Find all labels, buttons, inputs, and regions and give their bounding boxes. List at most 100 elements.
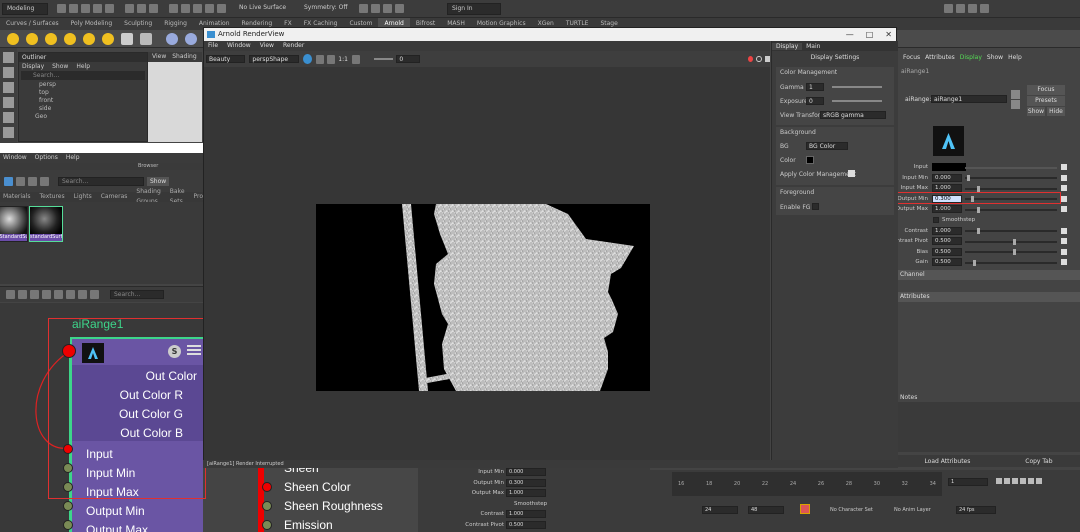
node-editor[interactable]: S Out Color Out Color R Out Color G Out … [0,303,206,532]
mesh-light-icon[interactable] [26,32,38,45]
gamma-slider[interactable] [832,86,882,88]
map-button[interactable] [1061,185,1067,192]
refresh-icon[interactable] [316,54,325,64]
select-tool-icon[interactable] [3,52,14,63]
material-swatch[interactable]: aiStandardSurf1 [0,206,28,242]
gamma-field[interactable]: 1 [806,83,824,91]
hypershade-menu-item[interactable]: Options [35,153,58,163]
skydome-light-icon[interactable] [64,32,76,45]
select-object-icon[interactable] [137,4,146,13]
rotate-tool-icon[interactable] [3,112,14,123]
ae-value[interactable]: 0.500 [932,258,962,267]
tab-cameras[interactable]: Cameras [101,192,128,202]
map-button[interactable] [1061,227,1067,234]
ae-value[interactable]: 0.000 [932,173,962,182]
lasso-tool-icon[interactable] [3,67,14,78]
channel-box-icon[interactable] [980,4,989,13]
input-attr[interactable]: Output Max [86,521,148,532]
shelf-tab[interactable]: Sculpting [118,18,158,30]
slider-knob[interactable] [977,185,980,192]
focus-button[interactable]: Focus [1027,85,1065,95]
map-button[interactable] [1061,259,1067,266]
anim-layer-dropdown[interactable]: No Anim Layer [894,507,931,513]
input-port[interactable] [262,520,272,530]
map-button[interactable] [1061,238,1067,245]
bg-dropdown[interactable]: BG Color [806,142,848,150]
viewport-menu-item[interactable]: View [152,52,166,62]
outliner-item[interactable]: side [19,105,147,113]
ae-slider[interactable] [965,251,1057,254]
render-canvas[interactable] [204,67,770,464]
gear-icon[interactable] [764,56,770,62]
hypershade-menu-item[interactable]: Window [3,153,27,163]
aov-dropdown[interactable]: Beauty [206,55,246,63]
hypershade-search[interactable]: Search... [58,176,144,186]
outliner-item[interactable]: persp [19,81,147,89]
ae-value[interactable]: 1.000 [932,184,962,193]
smoothstep-checkbox[interactable] [933,216,939,223]
graph-io-icon[interactable] [18,290,27,299]
live-surface-label[interactable]: No Live Surface [235,3,297,15]
stop-render-icon[interactable] [747,56,754,62]
attr-value[interactable]: 1.000 [506,510,546,518]
ae-value[interactable]: 1.000 [932,226,962,235]
workspace-icon[interactable] [944,4,953,13]
step-forward-icon[interactable] [1028,478,1034,484]
rv-menu-item[interactable]: Render [283,41,304,51]
end-frame-field[interactable]: 48 [748,506,784,514]
maximize-icon[interactable]: □ [866,30,874,39]
time-slider[interactable]: 16 18 20 22 24 26 28 30 32 34 [672,472,942,496]
outliner-menu-item[interactable]: Display [22,63,44,70]
frame-icon[interactable] [66,290,75,299]
material-swatch[interactable]: standardSurface1 [29,206,63,242]
volume-icon[interactable] [140,32,152,45]
color-swatch[interactable] [932,163,966,171]
graph-output-icon[interactable] [30,290,39,299]
settings-icon[interactable] [351,54,360,64]
snap-grid-icon[interactable] [169,4,178,13]
crop-icon[interactable] [327,54,336,64]
slider-knob[interactable] [977,228,980,235]
grid-icon[interactable] [16,176,25,186]
rv-menu-item[interactable]: Window [227,41,251,51]
render-icon[interactable] [303,54,313,64]
outliner-item[interactable]: Geo [19,113,147,121]
ae-value[interactable]: 1.000 [932,205,962,214]
render-settings-icon[interactable] [395,4,404,13]
symmetry-label[interactable]: Symmetry: Off [300,3,356,15]
ae-slider[interactable] [965,240,1057,243]
render-sequence-icon[interactable] [371,4,380,13]
tab-textures[interactable]: Textures [40,192,65,202]
map-button[interactable] [1061,195,1067,202]
outliner-item[interactable]: front [19,97,147,105]
outliner-search[interactable]: Search... [21,71,145,80]
new-scene-icon[interactable] [57,4,66,13]
scale-tool-icon[interactable] [3,127,14,138]
ae-menu-item[interactable]: Display [960,54,982,61]
presets-button[interactable]: Presets [1027,96,1065,106]
select-component-icon[interactable] [149,4,158,13]
viewport[interactable] [148,52,202,142]
tab-display[interactable]: Display [772,42,803,50]
attr-value[interactable]: 0.300 [506,478,546,487]
standin-icon[interactable] [121,32,133,45]
tab-main[interactable]: Main [802,43,824,50]
input-connection-icon[interactable] [1011,90,1020,99]
slider-knob[interactable] [967,175,970,182]
undo-icon[interactable] [93,4,102,13]
workspace-dropdown[interactable]: Modeling [2,2,48,15]
ae-section-channel[interactable]: Channel [897,270,1080,280]
ae-slider[interactable] [965,166,1057,169]
shader-attr[interactable]: Emission [284,516,333,532]
swatch-toggle-icon[interactable] [90,290,99,299]
timeline[interactable]: 16 18 20 22 24 26 28 30 32 34 1 24 48 No… [650,470,1080,532]
photometric-light-icon[interactable] [45,32,57,45]
snap-view-icon[interactable] [205,4,214,13]
graph-input-icon[interactable] [6,290,15,299]
paint-select-icon[interactable] [3,82,14,93]
ae-node-tab[interactable]: aiRange1 [897,66,1080,78]
snap-point-icon[interactable] [193,4,202,13]
zoom-ratio[interactable]: 1:1 [338,56,348,63]
ae-section-attributes[interactable]: Attributes [897,292,1080,302]
view-transform-dropdown[interactable]: sRGB gamma [820,111,886,119]
